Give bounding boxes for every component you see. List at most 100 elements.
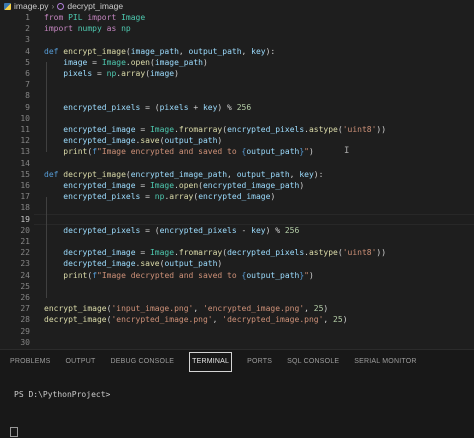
- code-token: "Image encrypted and saved to: [97, 147, 242, 157]
- code-token: ,: [178, 46, 189, 56]
- function-symbol-icon: [57, 2, 65, 10]
- chevron-right-icon: ›: [51, 1, 55, 11]
- breadcrumb-symbol[interactable]: decrypt_image: [67, 1, 123, 11]
- python-file-icon: [4, 2, 11, 10]
- code-token: 'uint8': [342, 125, 377, 134]
- code-line[interactable]: image = Image.open(image_path): [44, 57, 208, 68]
- code-token: encrypted_image_path: [202, 181, 300, 190]
- code-line[interactable]: def encrypt_image(image_path, output_pat…: [44, 46, 275, 57]
- code-token: key: [202, 102, 218, 112]
- code-token: decrypt_image: [44, 315, 107, 325]
- code-token: key: [251, 225, 266, 235]
- code-token: array: [169, 192, 194, 202]
- code-token: = (: [145, 102, 160, 112]
- code-token: ): [342, 315, 348, 325]
- code-token: ):: [265, 46, 276, 56]
- code-token: ): [174, 69, 179, 78]
- code-token: decrypted_image: [44, 248, 141, 258]
- code-line[interactable]: encrypted_image = Image.fromarray(encryp…: [44, 124, 386, 135]
- code-editor[interactable]: 1 2 3 4 5 6 7 8 9 10 11 12 13 14 15 16 17 18 19 20 21 22 23 24 2…: [0, 12, 474, 349]
- code-token: encrypted_pixels: [44, 102, 146, 112]
- code-token: open: [178, 181, 199, 190]
- code-token: image_path: [130, 46, 179, 56]
- code-token: ): [299, 181, 305, 190]
- code-token: from: [44, 13, 69, 22]
- code-token: ,: [323, 315, 334, 325]
- line-number: 27: [20, 304, 30, 314]
- tab-sql-console[interactable]: SQL CONSOLE: [287, 350, 339, 374]
- line-number: 4: [25, 46, 30, 56]
- line-number: 10: [20, 113, 30, 123]
- code-token: 25: [313, 304, 324, 314]
- line-number: 24: [20, 270, 30, 280]
- tab-serial-monitor[interactable]: SERIAL MONITOR: [354, 350, 416, 374]
- code-token: ): [308, 147, 314, 157]
- code-token: decrypted_pixels: [227, 248, 305, 258]
- code-token: ):: [313, 169, 324, 179]
- panel-tabs: PROBLEMS OUTPUT DEBUG CONSOLE TERMINAL PORTS…: [0, 350, 474, 374]
- code-token: Image: [121, 13, 146, 22]
- code-token: 'uint8': [342, 248, 377, 258]
- code-line[interactable]: decrypted_pixels = (encrypted_pixels - k…: [44, 225, 299, 236]
- code-token: output_path: [188, 46, 242, 56]
- breadcrumb-file[interactable]: image.py: [14, 1, 49, 11]
- code-token: ): [323, 304, 329, 314]
- code-token: ) %: [217, 102, 237, 112]
- code-token: ,: [304, 304, 314, 314]
- code-token: ): [217, 136, 223, 146]
- code-token: =: [140, 125, 150, 134]
- code-line[interactable]: pixels = np.array(image): [44, 68, 179, 79]
- code-line[interactable]: decrypt_image('encrypted_image.png', 'de…: [44, 314, 348, 325]
- code-token: -: [241, 225, 252, 235]
- code-line[interactable]: encrypted_pixels = (pixels + key) % 256: [44, 102, 251, 113]
- code-token: Image: [101, 57, 126, 67]
- bottom-panel: PROBLEMS OUTPUT DEBUG CONSOLE TERMINAL PORTS…: [0, 349, 474, 438]
- code-token: output_path: [164, 136, 218, 146]
- line-number: 17: [20, 192, 30, 202]
- code-token: encrypted_image: [44, 181, 141, 190]
- line-number: 29: [20, 326, 30, 336]
- code-token: astype: [308, 125, 338, 134]
- tab-problems[interactable]: PROBLEMS: [10, 350, 51, 374]
- line-number: 5: [25, 57, 30, 67]
- line-number: 25: [20, 281, 30, 291]
- code-token: fromarray: [178, 248, 223, 258]
- code-line[interactable]: def decrypt_image(encrypted_image_path, …: [44, 169, 323, 180]
- code-token: =: [96, 69, 107, 78]
- code-token: PIL: [68, 13, 88, 22]
- code-line[interactable]: encrypted_image.save(output_path): [44, 135, 222, 146]
- tab-terminal[interactable]: TERMINAL: [189, 352, 233, 372]
- code-line[interactable]: encrypted_pixels = np.array(encrypted_im…: [44, 191, 275, 202]
- code-line[interactable]: encrypted_image = Image.open(encrypted_i…: [44, 180, 304, 191]
- line-number: 30: [20, 337, 30, 347]
- code-token: pixels: [159, 102, 194, 112]
- code-line[interactable]: decrypted_image = Image.fromarray(decryp…: [44, 247, 386, 258]
- code-token: import: [44, 24, 78, 34]
- code-token: )): [376, 125, 387, 134]
- code-token: save: [140, 259, 160, 269]
- code-token: np: [154, 192, 165, 202]
- code-line[interactable]: import numpy as np: [44, 23, 131, 34]
- line-number: 14: [20, 158, 30, 168]
- code-token: "Image decrypted and saved to: [97, 270, 242, 280]
- line-number: 11: [20, 125, 30, 134]
- terminal-prompt[interactable]: PS D:\PythonProject>: [14, 390, 110, 399]
- code-token: def: [44, 46, 64, 56]
- code-line[interactable]: print(f"Image decrypted and saved to {ou…: [44, 270, 314, 281]
- code-token: image: [150, 69, 175, 78]
- line-number: 22: [20, 248, 30, 258]
- tab-debug-console[interactable]: DEBUG CONSOLE: [110, 350, 174, 374]
- code-token: decrypted_pixels: [44, 225, 146, 235]
- code-token: =: [140, 248, 150, 258]
- tab-output[interactable]: OUTPUT: [66, 350, 96, 374]
- current-line-highlight: [34, 213, 474, 225]
- code-token: ,: [227, 169, 237, 179]
- line-number: 12: [20, 136, 30, 146]
- code-line[interactable]: decrypted_image.save(output_path): [44, 258, 222, 269]
- code-line[interactable]: from PIL import Image: [44, 12, 145, 23]
- code-token: )): [376, 248, 387, 258]
- code-line[interactable]: encrypt_image('input_image.png', 'encryp…: [44, 303, 328, 314]
- code-token: =: [145, 192, 155, 202]
- tab-ports[interactable]: PORTS: [247, 350, 272, 374]
- code-line[interactable]: print(f"Image encrypted and saved to {ou…: [44, 146, 314, 157]
